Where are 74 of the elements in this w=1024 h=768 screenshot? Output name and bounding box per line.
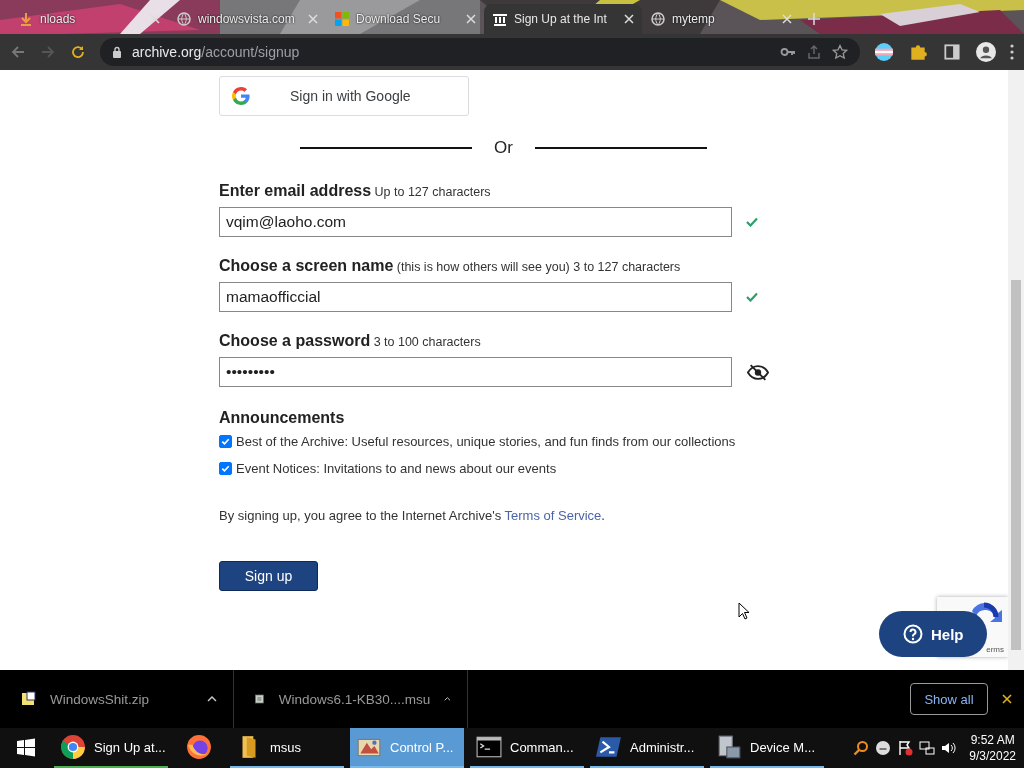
hidden-eye-icon[interactable]	[747, 363, 769, 381]
divider-label: Or	[494, 138, 513, 158]
fox-globe-icon	[186, 734, 212, 760]
reload-icon[interactable]	[70, 44, 86, 60]
computer-icon	[716, 734, 742, 760]
browser-tab[interactable]: Sign Up at the Int	[484, 4, 642, 34]
new-tab-icon[interactable]	[808, 13, 820, 25]
back-icon[interactable]	[10, 44, 26, 60]
powershell-icon	[596, 734, 622, 760]
globe-icon	[650, 11, 666, 27]
taskbar-button[interactable]: msus	[230, 728, 344, 768]
tab-title: Sign Up at the Int	[514, 12, 608, 26]
menu-icon[interactable]	[1010, 44, 1014, 60]
lock-icon	[112, 46, 122, 58]
installer-file-icon	[254, 691, 265, 707]
columns-icon	[492, 11, 508, 27]
field-label: Choose a screen name (this is how others will see you) 3 to 127 characters	[219, 257, 682, 275]
flag-icon[interactable]	[874, 42, 894, 62]
star-icon[interactable]	[832, 44, 848, 60]
browser-tab[interactable]: windowsvista.com	[168, 4, 326, 34]
close-icon[interactable]	[782, 14, 792, 24]
recaptcha-terms[interactable]: erms	[986, 645, 1004, 654]
address-bar[interactable]: archive.org/account/signup	[100, 38, 860, 66]
zip-file-icon	[20, 691, 36, 707]
taskbar-button[interactable]: Sign Up at...	[54, 728, 168, 768]
browser-tab[interactable]: mytemp	[642, 4, 800, 34]
flag-icon[interactable]	[897, 740, 914, 756]
share-icon[interactable]	[806, 44, 822, 60]
checkbox[interactable]	[219, 435, 232, 448]
side-panel-icon[interactable]	[942, 42, 962, 62]
network-icon[interactable]	[919, 740, 936, 756]
field-label: Enter email address Up to 127 characters	[219, 182, 492, 200]
input-field[interactable]: mamaofficcial	[219, 282, 732, 312]
cursor-icon	[738, 602, 750, 620]
windows-start-icon[interactable]	[16, 738, 36, 758]
windows-logo-icon	[334, 11, 350, 27]
taskbar-button[interactable]: Comman...	[470, 728, 584, 768]
close-icon[interactable]	[624, 14, 634, 24]
show-all-button[interactable]: Show all	[910, 683, 988, 715]
chrome-icon	[60, 734, 86, 760]
input-field[interactable]: •••••••••	[219, 357, 732, 387]
field-label: Choose a password 3 to 100 characters	[219, 332, 482, 350]
download-icon	[18, 11, 34, 27]
caret-icon[interactable]	[207, 696, 217, 702]
tab-title: Download Secu	[356, 12, 442, 26]
taskbar-button[interactable]: Device M...	[710, 728, 824, 768]
speaker-icon[interactable]	[941, 740, 958, 756]
globe-icon	[176, 11, 192, 27]
clock[interactable]: 9:52 AM 9/3/2022	[969, 732, 1016, 764]
taskbar-button[interactable]: Administr...	[590, 728, 704, 768]
terminal-icon	[476, 734, 502, 760]
help-button[interactable]: Help	[879, 611, 987, 657]
check-icon	[746, 292, 758, 302]
checkbox-label: Event Notices: Invitations to and news about our events	[236, 461, 557, 476]
tab-title: windowsvista.com	[198, 12, 296, 26]
caret-icon[interactable]	[444, 696, 451, 702]
browser-tab[interactable]: Download Secu	[326, 4, 484, 34]
tab-title: nloads	[40, 12, 77, 26]
question-icon	[903, 624, 923, 644]
section-title: Announcements	[219, 409, 346, 427]
google-sign-in-button[interactable]: Sign in with Google	[219, 76, 469, 116]
google-logo-icon	[232, 87, 250, 105]
close-icon[interactable]	[1002, 694, 1012, 704]
check-icon	[746, 217, 758, 227]
checkbox-label: Best of the Archive: Useful resources, unique stories, and fun finds from our collections	[236, 434, 736, 449]
tab-title: mytemp	[672, 12, 716, 26]
terms-text: By signing up, you agree to the Internet Archive's Terms of Service.	[219, 508, 606, 523]
scrollbar[interactable]	[1008, 70, 1024, 670]
puzzle-icon[interactable]	[908, 42, 928, 62]
checkbox[interactable]	[219, 462, 232, 475]
input-field[interactable]: vqim@laoho.com	[219, 207, 732, 237]
search-icon[interactable]	[853, 740, 870, 756]
sign-up-button[interactable]: Sign up	[219, 561, 318, 591]
profile-icon[interactable]	[976, 42, 996, 62]
